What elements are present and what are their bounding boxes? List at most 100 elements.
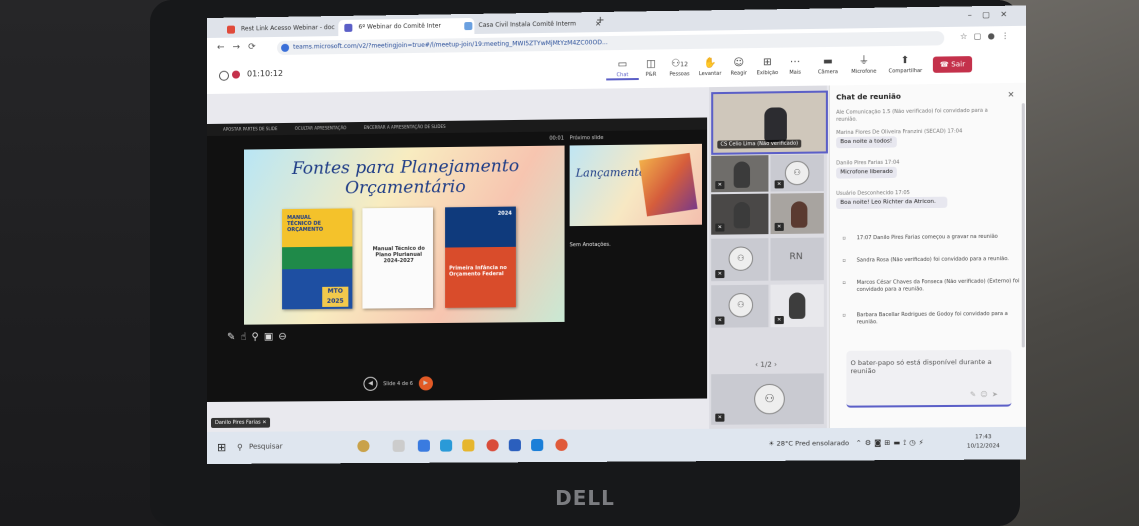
meeting-timer: 01:10:12 — [247, 68, 284, 79]
windows-start-icon[interactable]: ⊞ — [217, 441, 226, 454]
system-message: Barbara Bacellar Rodrigues de Godoy foi … — [842, 311, 1021, 327]
share-icon: ⬆ — [900, 54, 910, 67]
participant-tile[interactable]: ⚇ ✕ — [711, 373, 824, 425]
more-options-icon[interactable]: ⊖ — [278, 331, 291, 342]
status-icon — [218, 70, 229, 81]
gallery-pager[interactable]: ‹ 1/2 › — [755, 361, 777, 369]
participant-video — [790, 201, 808, 228]
book-cover-ppa: Manual Técnico do Plano Plurianual 2024-… — [362, 207, 433, 309]
participant-tile[interactable]: ✕ — [770, 192, 824, 235]
screen-icon[interactable]: ▣ — [264, 331, 278, 342]
mic-off-icon: ✕ — [715, 269, 725, 279]
system-tray[interactable]: ⌃⚙◙⊞▬⟟◷⚡ — [856, 439, 927, 449]
word-icon[interactable] — [508, 439, 521, 452]
next-slide-label: Próximo slide — [569, 134, 604, 142]
widget-icon[interactable] — [357, 440, 370, 453]
participant-initials: RN — [789, 251, 803, 263]
mic-off-icon: ✕ — [774, 180, 784, 189]
mic-off-icon: ✕ — [715, 413, 725, 422]
mic-off-icon: ✕ — [774, 222, 784, 232]
chat-title: Chat de reunião — [836, 92, 901, 102]
mic-off-icon: ✕ — [715, 223, 725, 232]
microphone-button[interactable]: ⏚ Microfone — [847, 54, 880, 76]
participant-video — [764, 107, 787, 143]
participant-name: CS Celio Lima (Não verificado) — [717, 139, 802, 149]
chrome-icon[interactable] — [486, 439, 499, 452]
slide-counter: Slide 4 de 6 — [383, 380, 413, 388]
meeting-stage: APOSTAR PARTES DE SLIDE OCULTAR APRESENT… — [207, 82, 1026, 432]
people-button[interactable]: ⚇12 Pessoas — [663, 57, 696, 78]
participant-video — [733, 201, 751, 229]
mic-off-icon: ✕ — [715, 180, 725, 190]
camera-icon: ▬ — [823, 56, 833, 68]
close-chat-icon[interactable]: ✕ — [1008, 90, 1015, 99]
leave-button[interactable]: ☎ Sair — [932, 56, 973, 73]
previous-slide-button[interactable]: ◀ — [363, 376, 378, 391]
copilot-icon[interactable] — [417, 439, 430, 452]
participant-tile[interactable]: ⚇ ✕ — [770, 154, 824, 192]
book-image — [639, 152, 698, 217]
chat-message: Danilo Pires Farias 17:04 Microfone libe… — [836, 158, 1009, 179]
system-message: Marcos César Chaves da Fonseca (Não veri… — [842, 278, 1021, 294]
chat-message: Usuário Desconhecido 17:05 Boa noite! Le… — [836, 189, 1009, 210]
window-controls[interactable]: –▢✕ — [968, 10, 1018, 20]
participant-tile[interactable]: RN — [770, 237, 824, 281]
new-tab-icon[interactable]: + — [596, 15, 605, 26]
mic-icon: ⏚ — [858, 55, 870, 67]
current-slide: Fontes para Planejamento Orçamentário MA… — [244, 145, 565, 325]
meeting-chat-panel: Chat de reunião ✕ Ale Comunicação 1.5 (N… — [828, 82, 1026, 429]
chat-disabled-note: O bater-papo só está disponível durante … — [850, 357, 992, 376]
presenter-toolbar: APOSTAR PARTES DE SLIDE OCULTAR APRESENT… — [207, 117, 708, 136]
chat-send-icons[interactable]: ✎☺➤ — [970, 390, 1002, 398]
featured-video-tile[interactable]: CS Celio Lima (Não verificado) — [711, 90, 828, 155]
participant-tile[interactable]: ⚇ ✕ — [711, 284, 769, 328]
laptop-screen: Rest Link Acesso Webinar - doc ✕ 6º Webi… — [207, 5, 1026, 465]
browser-action-icons[interactable]: ☆▢●⋮ — [960, 31, 1016, 41]
system-message: Sandra Rosa (Não verificado) foi convida… — [842, 256, 1021, 265]
zoom-icon[interactable]: ⚲ — [252, 332, 264, 343]
presenter-name-tag: Danilo Pires Farias ✕ — [210, 417, 271, 428]
recording-icon — [231, 70, 241, 79]
book-cover-mto: MANUAL TÉCNICO DE ORÇAMENTO MTO 2025 — [282, 208, 353, 310]
tab-favicon-icon — [226, 25, 236, 34]
next-slide-preview[interactable]: Lançamento do livro — [569, 143, 702, 227]
participant-tile[interactable]: ✕ — [770, 284, 824, 328]
chat-scrollbar[interactable] — [1021, 103, 1025, 348]
presentation-clock: 00:01 — [549, 135, 564, 142]
avatar-icon: ⚇ — [728, 292, 754, 318]
more-button[interactable]: ⋯ Mais — [779, 55, 812, 76]
taskbar-search[interactable]: Pesquisar — [235, 439, 359, 455]
chat-message: Ale Comunicação 1.5 (Não verificado) foi… — [836, 107, 988, 123]
presenter-view: APOSTAR PARTES DE SLIDE OCULTAR APRESENT… — [207, 117, 708, 403]
mic-off-icon: ✕ — [715, 316, 725, 325]
slide-navigation: ◀ Slide 4 de 6 ▶ — [359, 376, 436, 391]
avatar-icon: ⚇ — [784, 160, 810, 186]
participant-tile[interactable]: ⚇ ✕ — [711, 238, 769, 282]
share-button[interactable]: ⬆ Compartilhar — [889, 54, 923, 75]
chat-message: Marina Flores De Oliveira Franzini (SECA… — [836, 128, 1009, 149]
avatar-icon: ⚇ — [754, 383, 785, 415]
slide-title: Fontes para Planejamento Orçamentário — [291, 156, 520, 199]
file-explorer-icon[interactable] — [462, 439, 475, 452]
presenter-tools[interactable]: ✎☝⚲▣⊖ — [227, 331, 292, 343]
pen-icon[interactable]: ✎ — [227, 332, 240, 343]
pointer-icon[interactable]: ☝ — [240, 332, 251, 343]
camera-button[interactable]: ▬ Câmera — [812, 55, 845, 76]
more-icon: ⋯ — [789, 56, 801, 68]
chrome-icon[interactable] — [555, 438, 568, 451]
avatar-icon: ⚇ — [728, 246, 754, 271]
weather-widget[interactable]: ☀ 28°C Pred ensolarado — [768, 439, 849, 448]
store-icon[interactable] — [531, 438, 544, 452]
next-slide-button[interactable]: ▶ — [418, 376, 433, 391]
system-message: 17:07 Danilo Pires Farias começou a grav… — [842, 233, 1021, 242]
navigation-icons[interactable]: ←→⟳ — [217, 42, 264, 53]
background-left — [0, 0, 170, 526]
participant-tile[interactable]: ✕ — [711, 155, 769, 193]
participant-tile[interactable]: ✕ — [711, 193, 769, 235]
dell-logo: DELL — [555, 486, 615, 510]
taskbar-clock[interactable]: 17:43 10/12/2024 — [967, 433, 1000, 452]
mic-off-icon: ✕ — [774, 315, 784, 325]
edge-icon[interactable] — [440, 439, 453, 452]
book-cover-primeira-infancia: 2024 Primeira Infância no Orçamento Fede… — [445, 206, 516, 308]
task-view-icon[interactable] — [392, 439, 405, 452]
